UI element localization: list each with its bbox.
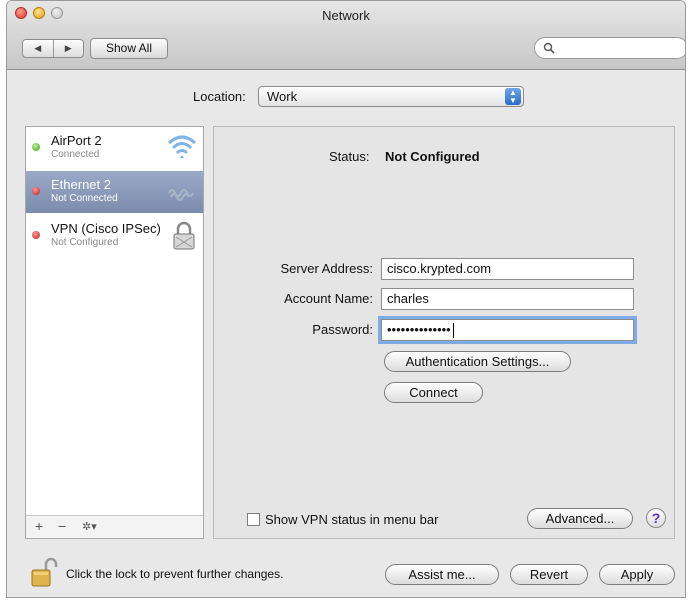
- text-cursor: [452, 323, 454, 339]
- service-name: Ethernet 2: [51, 177, 111, 192]
- revert-button[interactable]: Revert: [510, 564, 588, 585]
- account-name-label: Account Name:: [284, 291, 373, 306]
- status-dot-red: [32, 231, 40, 239]
- location-select[interactable]: Work ▲ ▼: [258, 86, 524, 107]
- password-label: Password:: [312, 322, 373, 337]
- password-field[interactable]: ••••••••••••••: [378, 316, 637, 344]
- service-item-ethernet[interactable]: Ethernet 2 Not Connected: [26, 171, 203, 213]
- password-value: ••••••••••••••: [387, 322, 451, 337]
- service-list-footer: + − ✲▾: [26, 515, 203, 538]
- service-name: AirPort 2: [51, 133, 102, 148]
- service-item-vpn[interactable]: VPN (Cisco IPSec) Not Configured: [26, 215, 203, 257]
- lock-icon: [173, 221, 195, 250]
- help-button[interactable]: ?: [646, 508, 666, 528]
- ethernet-icon: [168, 189, 194, 201]
- status-dot-green: [32, 143, 40, 151]
- service-name: VPN (Cisco IPSec): [51, 221, 161, 236]
- search-field[interactable]: [534, 37, 685, 59]
- gear-icon[interactable]: ✲▾: [82, 520, 97, 533]
- popup-arrows-icon: ▲ ▼: [505, 88, 521, 105]
- search-icon: [543, 42, 555, 54]
- forward-arrow-icon[interactable]: ▶: [54, 40, 84, 57]
- window-title: Network: [322, 8, 370, 23]
- show-all-button[interactable]: Show All: [90, 38, 168, 59]
- service-item-airport[interactable]: AirPort 2 Connected: [26, 127, 203, 169]
- remove-service-button[interactable]: −: [58, 518, 66, 534]
- service-status: Connected: [51, 149, 100, 160]
- service-status: Not Configured: [51, 237, 119, 248]
- lock-message: Click the lock to prevent further change…: [66, 567, 284, 581]
- location-value: Work: [267, 89, 298, 104]
- connect-button[interactable]: Connect: [384, 382, 483, 403]
- apply-button[interactable]: Apply: [599, 564, 675, 585]
- status-value: Not Configured: [385, 149, 480, 164]
- wifi-icon: [167, 135, 197, 158]
- location-label: Location:: [193, 89, 246, 104]
- status-label: Status:: [329, 149, 370, 164]
- add-service-button[interactable]: +: [35, 518, 43, 534]
- show-vpn-status-label: Show VPN status in menu bar: [265, 512, 439, 527]
- padlock-icon[interactable]: [30, 556, 58, 588]
- title-bar: Network ◀ ▶ Show All: [7, 1, 685, 70]
- status-dot-red: [32, 187, 40, 195]
- back-arrow-icon[interactable]: ◀: [23, 40, 54, 57]
- server-address-label: Server Address:: [280, 261, 374, 276]
- account-name-field[interactable]: charles: [381, 288, 634, 310]
- service-list: AirPort 2 Connected Ethernet 2 Not Conne…: [25, 126, 204, 539]
- show-vpn-status-checkbox[interactable]: [247, 513, 260, 526]
- authentication-settings-button[interactable]: Authentication Settings...: [384, 351, 571, 372]
- server-address-field[interactable]: cisco.krypted.com: [381, 258, 634, 280]
- advanced-button[interactable]: Advanced...: [527, 508, 633, 529]
- back-forward-control: ◀ ▶: [22, 39, 84, 58]
- service-status: Not Connected: [51, 193, 118, 204]
- assist-me-button[interactable]: Assist me...: [385, 564, 499, 585]
